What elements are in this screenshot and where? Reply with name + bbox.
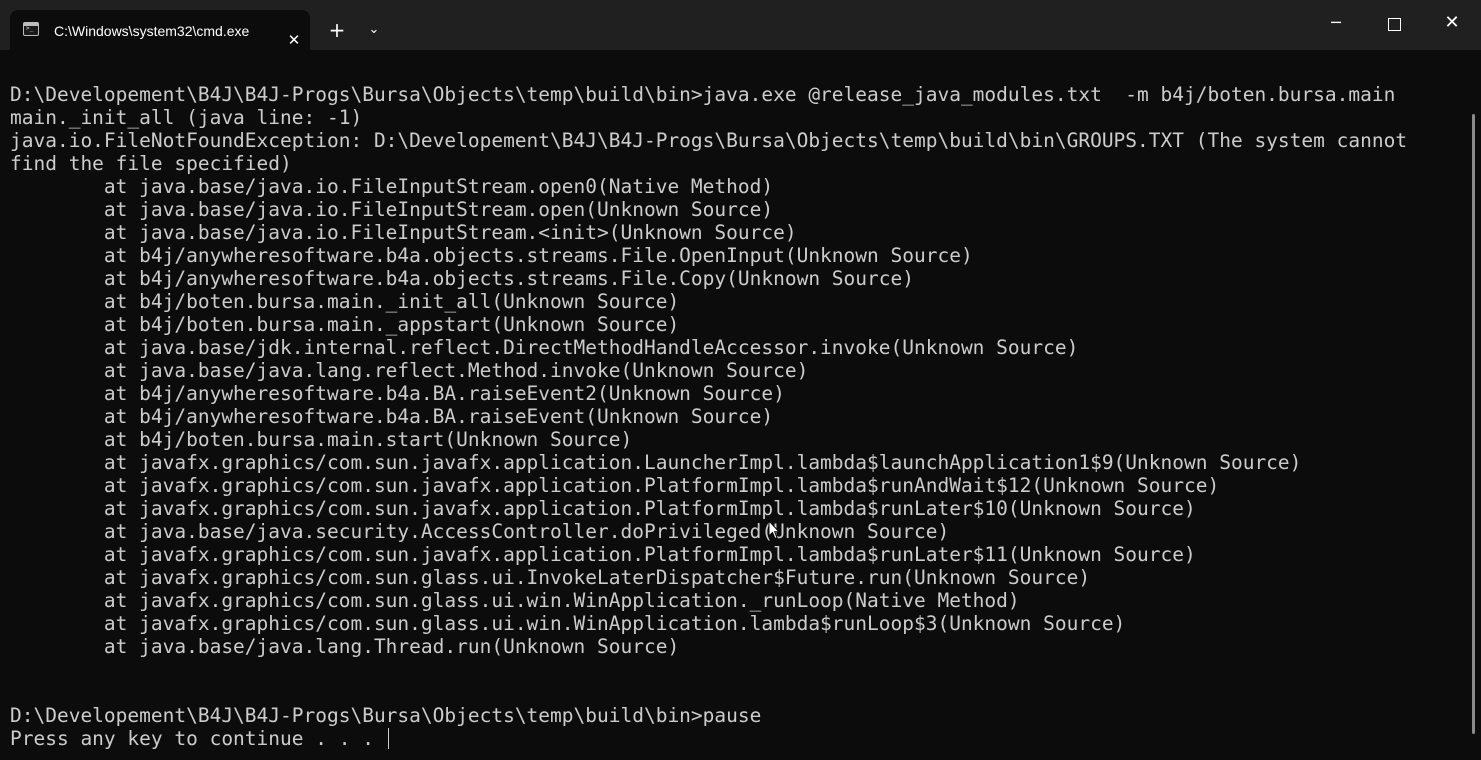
terminal-line-text: at javafx.graphics/com.sun.glass.ui.win.…	[10, 589, 1020, 612]
tab-cmd[interactable]: C:\Windows\system32\cmd.exe ✕	[10, 10, 310, 50]
terminal-text: D:\Developement\B4J\B4J-Progs\Bursa\Obje…	[10, 83, 1407, 750]
terminal-line: at javafx.graphics/com.sun.glass.ui.win.…	[10, 612, 1407, 635]
terminal-line-text: at java.base/java.io.FileInputStream.<in…	[10, 221, 797, 244]
terminal-line-text: at java.base/java.io.FileInputStream.ope…	[10, 175, 774, 198]
terminal-line: at b4j/boten.bursa.main.start(Unknown So…	[10, 428, 1407, 451]
terminal-line-text: at java.base/java.lang.reflect.Method.in…	[10, 359, 809, 382]
terminal-line: at javafx.graphics/com.sun.javafx.applic…	[10, 543, 1407, 566]
mouse-pointer-icon	[768, 520, 780, 540]
terminal-line-text: D:\Developement\B4J\B4J-Progs\Bursa\Obje…	[10, 704, 762, 727]
scrollbar[interactable]	[1468, 114, 1481, 734]
terminal-line: find the file specified)	[10, 152, 1407, 175]
terminal-line: at b4j/anywheresoftware.b4a.BA.raiseEven…	[10, 382, 1407, 405]
new-tab-button[interactable]: +	[326, 20, 348, 40]
chevron-down-icon[interactable]: ⌄	[364, 20, 384, 40]
terminal-line: D:\Developement\B4J\B4J-Progs\Bursa\Obje…	[10, 83, 1407, 106]
terminal-line: at javafx.graphics/com.sun.javafx.applic…	[10, 497, 1407, 520]
terminal-line-text: Press any key to continue . . .	[10, 727, 386, 750]
maximize-icon	[1387, 18, 1401, 31]
terminal-line-text: at java.base/java.security.AccessControl…	[10, 520, 950, 543]
terminal-line: at b4j/anywheresoftware.b4a.BA.raiseEven…	[10, 405, 1407, 428]
terminal-line: at java.base/java.io.FileInputStream.ope…	[10, 175, 1407, 198]
terminal-line: at javafx.graphics/com.sun.glass.ui.win.…	[10, 589, 1407, 612]
terminal-line-text: at javafx.graphics/com.sun.glass.ui.win.…	[10, 612, 1126, 635]
terminal-line: at b4j/boten.bursa.main._appstart(Unknow…	[10, 313, 1407, 336]
terminal-line-text: at javafx.graphics/com.sun.javafx.applic…	[10, 474, 1220, 497]
terminal-line: at java.base/java.security.AccessControl…	[10, 520, 1407, 543]
terminal-output[interactable]: D:\Developement\B4J\B4J-Progs\Bursa\Obje…	[0, 50, 1468, 760]
terminal-line-text: at b4j/boten.bursa.main._init_all(Unknow…	[10, 290, 680, 313]
terminal-line: D:\Developement\B4J\B4J-Progs\Bursa\Obje…	[10, 704, 1407, 727]
terminal-line: at java.base/java.lang.reflect.Method.in…	[10, 359, 1407, 382]
scrollbar-thumb[interactable]	[1472, 114, 1475, 734]
terminal-line-text: D:\Developement\B4J\B4J-Progs\Bursa\Obje…	[10, 83, 1396, 106]
maximize-button[interactable]	[1384, 14, 1404, 34]
terminal-line: at java.base/java.io.FileInputStream.<in…	[10, 221, 1407, 244]
terminal-line: at javafx.graphics/com.sun.glass.ui.Invo…	[10, 566, 1407, 589]
terminal-line-text: at javafx.graphics/com.sun.javafx.applic…	[10, 543, 1196, 566]
terminal-line: at b4j/boten.bursa.main._init_all(Unknow…	[10, 290, 1407, 313]
terminal-line-text: at java.base/java.lang.Thread.run(Unknow…	[10, 635, 680, 658]
terminal-line: at java.base/java.io.FileInputStream.ope…	[10, 198, 1407, 221]
minimize-button[interactable]: ─	[1326, 13, 1346, 33]
terminal-line: main._init_all (java line: -1)	[10, 106, 1407, 129]
terminal-line-text: at b4j/anywheresoftware.b4a.objects.stre…	[10, 267, 914, 290]
terminal-window: C:\Windows\system32\cmd.exe ✕ + ⌄ ─ ✕ D:…	[0, 0, 1481, 760]
terminal-line: at javafx.graphics/com.sun.javafx.applic…	[10, 474, 1407, 497]
terminal-line: at b4j/anywheresoftware.b4a.objects.stre…	[10, 244, 1407, 267]
command-prompt-icon	[23, 22, 39, 36]
tab-close-icon[interactable]: ✕	[284, 30, 304, 50]
terminal-line-text: at b4j/anywheresoftware.b4a.BA.raiseEven…	[10, 405, 774, 428]
tab-title: C:\Windows\system32\cmd.exe	[54, 23, 250, 39]
terminal-line: at java.base/java.lang.Thread.run(Unknow…	[10, 635, 1407, 658]
close-window-button[interactable]: ✕	[1442, 13, 1462, 33]
terminal-line-text: at java.base/java.io.FileInputStream.ope…	[10, 198, 774, 221]
terminal-line-text: at b4j/boten.bursa.main._appstart(Unknow…	[10, 313, 680, 336]
terminal-line-text: at java.base/jdk.internal.reflect.Direct…	[10, 336, 1079, 359]
terminal-line-text: at b4j/boten.bursa.main.start(Unknown So…	[10, 428, 633, 451]
terminal-line-text: at javafx.graphics/com.sun.javafx.applic…	[10, 497, 1196, 520]
title-bar[interactable]: C:\Windows\system32\cmd.exe ✕ + ⌄ ─ ✕	[0, 0, 1481, 50]
terminal-line: at java.base/jdk.internal.reflect.Direct…	[10, 336, 1407, 359]
terminal-line: Press any key to continue . . .	[10, 727, 1407, 750]
terminal-line: at b4j/anywheresoftware.b4a.objects.stre…	[10, 267, 1407, 290]
terminal-line-text: at b4j/anywheresoftware.b4a.BA.raiseEven…	[10, 382, 785, 405]
terminal-line-text: main._init_all (java line: -1)	[10, 106, 363, 129]
terminal-line-text: java.io.FileNotFoundException: D:\Develo…	[10, 129, 1408, 152]
terminal-line-text: at javafx.graphics/com.sun.javafx.applic…	[10, 451, 1302, 474]
terminal-line-text: at b4j/anywheresoftware.b4a.objects.stre…	[10, 244, 973, 267]
terminal-line: at javafx.graphics/com.sun.javafx.applic…	[10, 451, 1407, 474]
text-cursor	[387, 728, 389, 749]
terminal-line-text: at javafx.graphics/com.sun.glass.ui.Invo…	[10, 566, 1091, 589]
terminal-line: java.io.FileNotFoundException: D:\Develo…	[10, 129, 1407, 152]
terminal-line-text: find the file specified)	[10, 152, 292, 175]
